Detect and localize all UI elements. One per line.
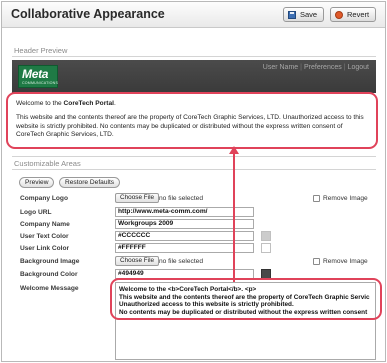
save-button-label: Save: [300, 10, 318, 19]
background-color-label: Background Color: [20, 271, 78, 278]
app-window: Collaborative Appearance Save Revert Hea…: [1, 1, 386, 362]
company-name-label: Company Name: [20, 221, 70, 228]
logo-subtext: COMMUNICATIONS: [22, 81, 59, 85]
logo-url-label: Logo URL: [20, 209, 52, 216]
header-banner: Meta COMMUNICATIONS User Name | Preference…: [12, 60, 376, 93]
user-link-color-swatch[interactable]: [261, 243, 271, 253]
restore-defaults-button[interactable]: Restore Defaults: [59, 177, 121, 188]
logo-text: Meta: [22, 67, 49, 81]
user-links: User Name | Preferences | Logout: [262, 64, 369, 71]
welcome-message-label: Welcome Message: [20, 285, 79, 292]
remove-background-label: Remove Image: [323, 258, 368, 265]
company-logo-choose-file[interactable]: Choose File: [115, 193, 160, 203]
header-preview-heading: Header Preview: [14, 46, 68, 55]
section-divider: [12, 156, 376, 157]
revert-button[interactable]: Revert: [330, 7, 377, 22]
company-logo-label: Company Logo: [20, 195, 68, 202]
background-image-choose-file[interactable]: Choose File: [115, 256, 160, 266]
remove-background-checkbox[interactable]: [313, 258, 320, 265]
customizable-areas-heading: Customizable Areas: [14, 159, 81, 168]
remove-logo-checkbox[interactable]: [313, 195, 320, 202]
preview-button[interactable]: Preview: [19, 177, 55, 188]
save-button[interactable]: Save: [283, 7, 325, 22]
logout-link[interactable]: Logout: [348, 64, 369, 71]
preferences-link[interactable]: Preferences: [304, 64, 342, 71]
section-divider: [12, 169, 376, 170]
section-divider: [12, 56, 376, 57]
company-logo: Meta COMMUNICATIONS: [18, 65, 58, 88]
user-name-link[interactable]: User Name: [263, 64, 298, 71]
user-text-color-label: User Text Color: [20, 233, 69, 240]
message-callout: [110, 278, 382, 320]
user-text-color-swatch[interactable]: [261, 231, 271, 241]
title-bar: Collaborative Appearance Save Revert: [2, 2, 385, 28]
background-image-no-file: no file selected: [159, 258, 203, 265]
save-icon: [288, 10, 296, 19]
revert-button-label: Revert: [347, 10, 370, 19]
callout-arrow-line: [233, 152, 235, 282]
preview-callout: [6, 92, 378, 149]
callout-arrow-head: [229, 146, 239, 154]
revert-icon: [335, 10, 343, 19]
page-title: Collaborative Appearance: [11, 7, 165, 21]
remove-logo-label: Remove Image: [323, 195, 368, 202]
user-link-color-label: User Link Color: [20, 245, 70, 252]
background-image-label: Background Image: [20, 258, 80, 265]
company-logo-no-file: no file selected: [159, 195, 203, 202]
